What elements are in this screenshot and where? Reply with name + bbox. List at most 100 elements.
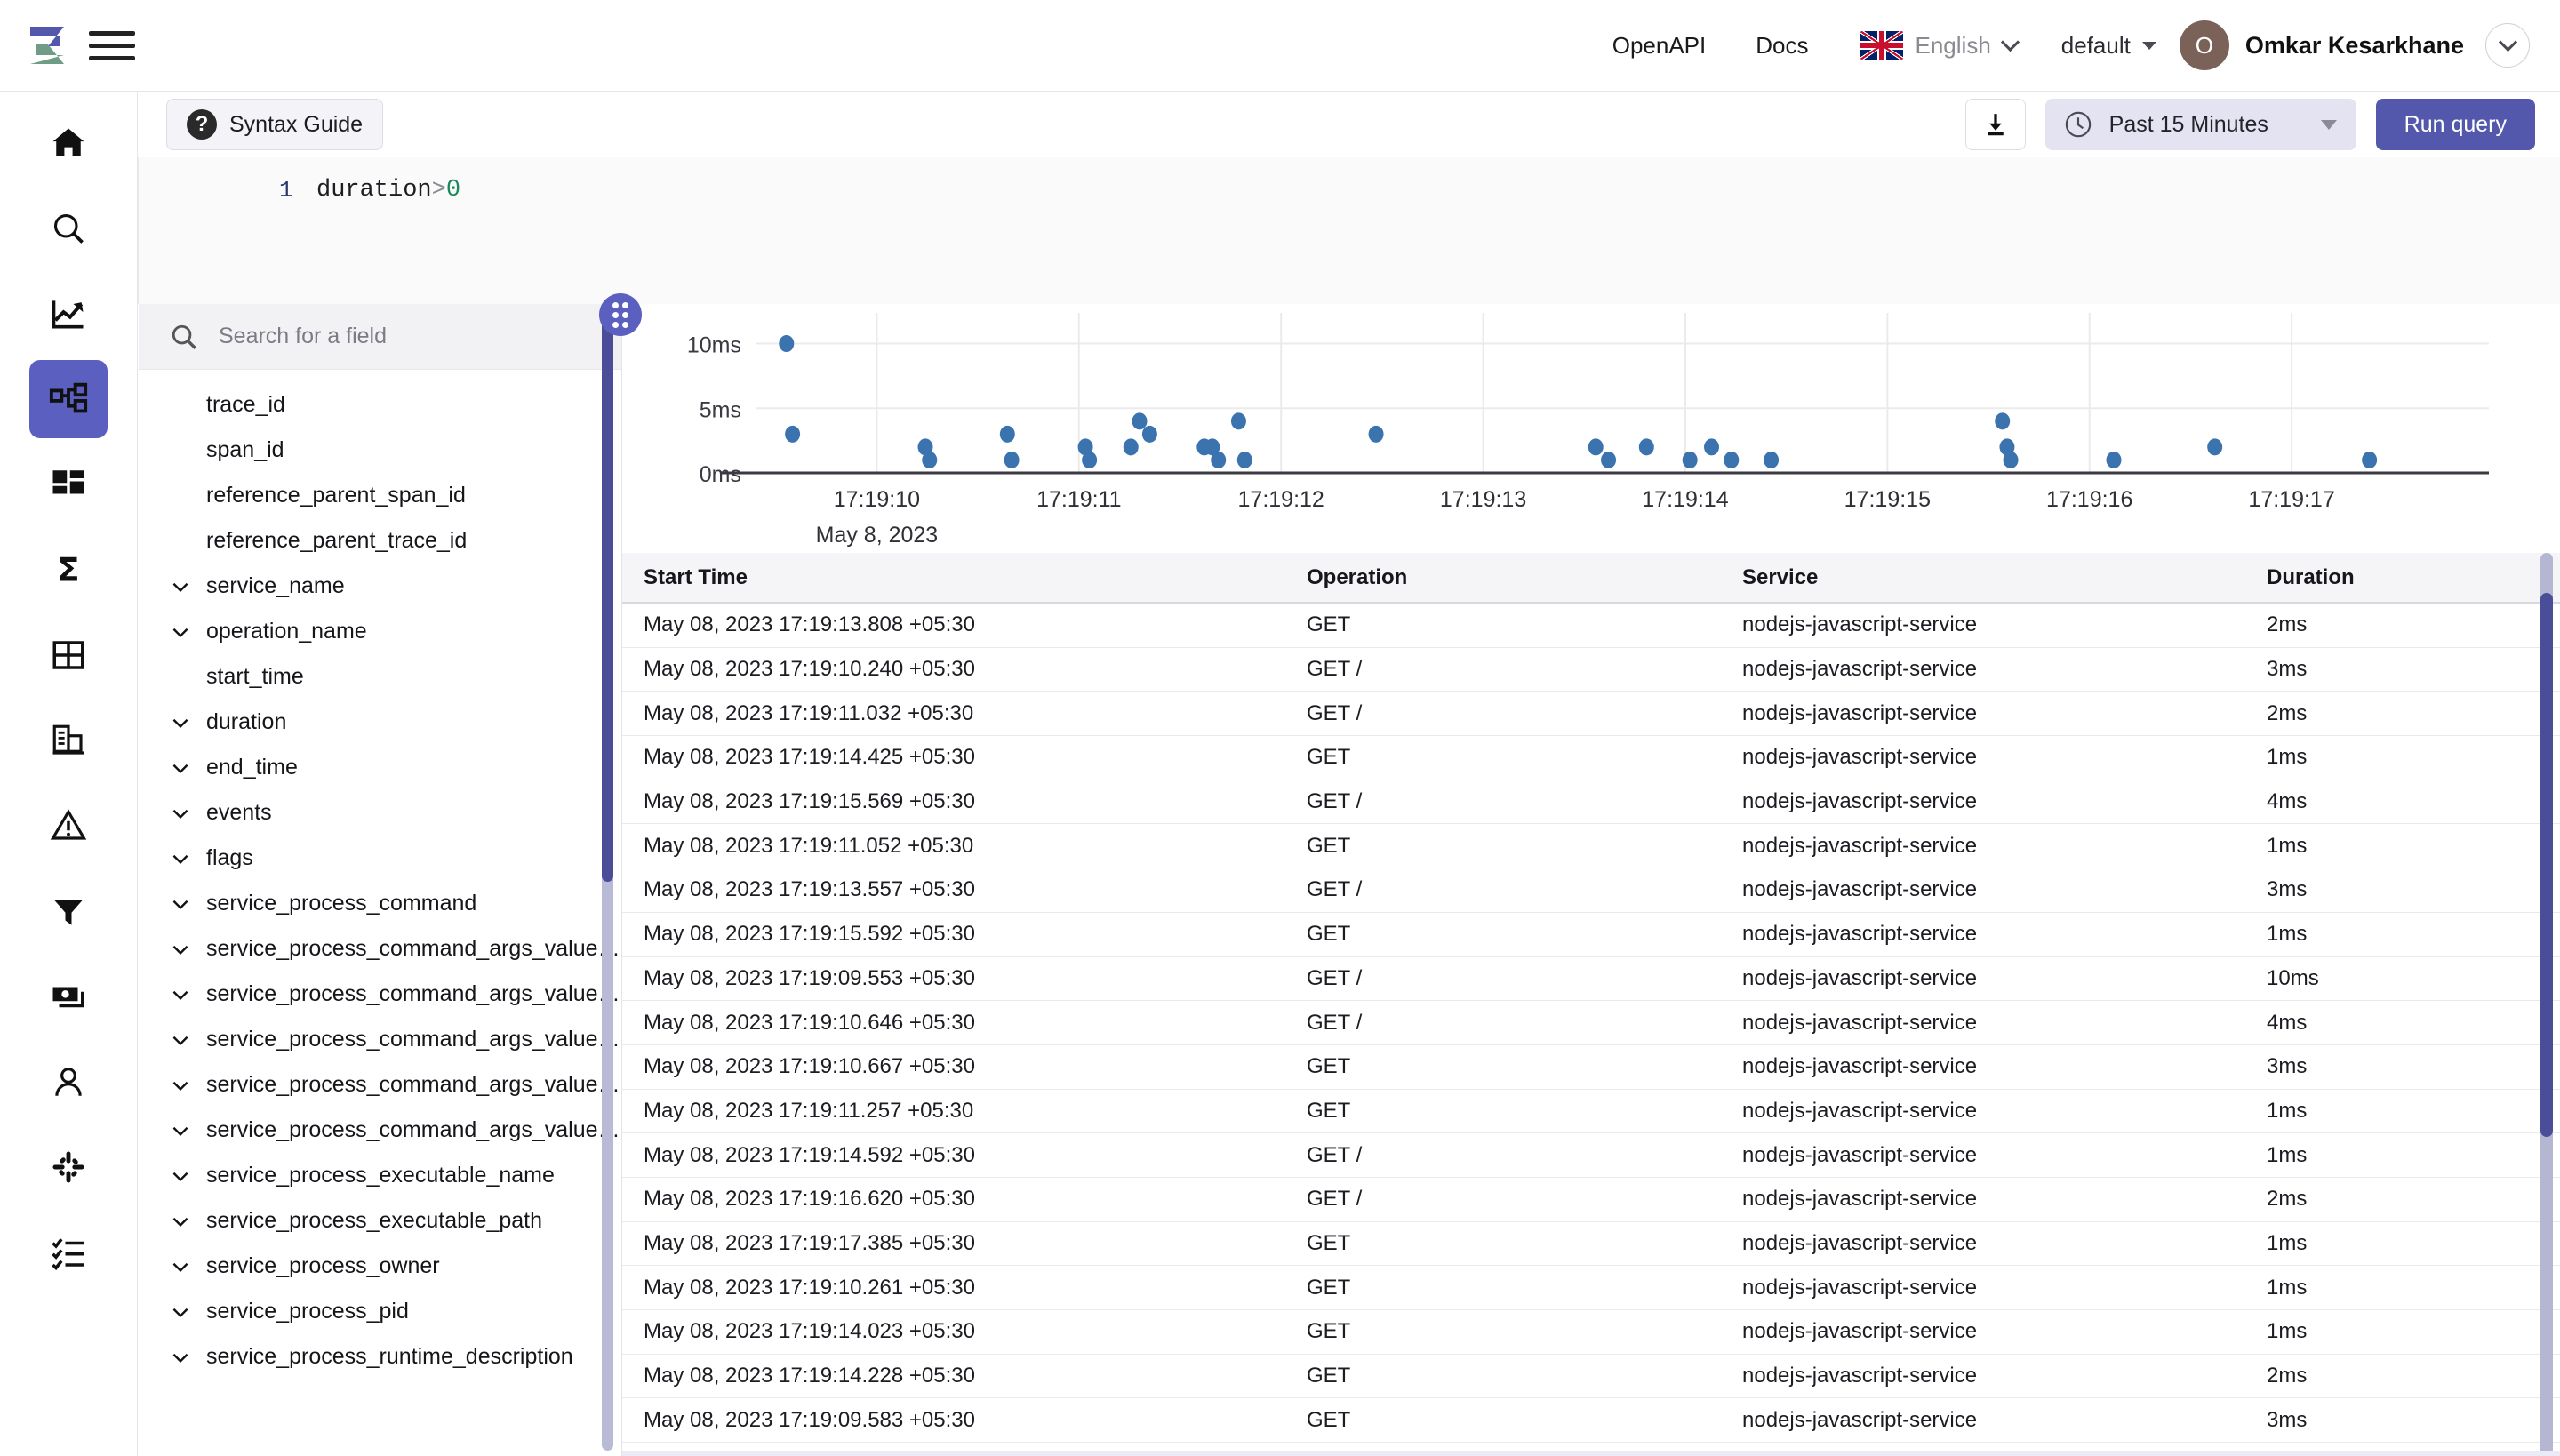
- chevron-down-icon[interactable]: [169, 1074, 196, 1097]
- scatter-point[interactable]: [1638, 438, 1654, 456]
- table-row[interactable]: May 08, 2023 17:19:13.808 +05:30 GET nodej…: [622, 604, 2560, 648]
- column-header[interactable]: Duration: [2267, 565, 2498, 590]
- avatar[interactable]: O: [2179, 20, 2229, 70]
- chevron-down-icon[interactable]: [169, 756, 196, 780]
- query-editor[interactable]: 1 duration>0: [138, 157, 2560, 304]
- search-input[interactable]: Search for a field: [219, 324, 387, 349]
- field-list-item[interactable]: events: [139, 790, 621, 836]
- user-menu-button[interactable]: [2485, 23, 2530, 68]
- table-row[interactable]: May 08, 2023 17:19:15.592 +05:30 GET nodej…: [622, 913, 2560, 957]
- table-row[interactable]: May 08, 2023 17:19:16.620 +05:30 GET / nod…: [622, 1178, 2560, 1222]
- scatter-point[interactable]: [2003, 451, 2019, 468]
- field-list-item[interactable]: start_time: [139, 654, 621, 700]
- scatter-point[interactable]: [779, 335, 795, 353]
- scatter-point[interactable]: [1082, 451, 1098, 468]
- field-list-item[interactable]: service_process_command_args_value…: [139, 1108, 621, 1153]
- table-row[interactable]: May 08, 2023 17:19:15.569 +05:30 GET / nod…: [622, 780, 2560, 825]
- sidebar-item-alerts[interactable]: [29, 787, 108, 865]
- sidebar-item-search[interactable]: [29, 189, 108, 268]
- scatter-point[interactable]: [1764, 451, 1780, 468]
- field-list-item[interactable]: service_process_command_args_value…: [139, 926, 621, 972]
- chart-canvas[interactable]: 0ms 5ms 10ms 17:19:10 17:19:11 17:19:12 17:19:…: [622, 304, 2560, 553]
- field-list-item[interactable]: reference_parent_span_id: [139, 473, 621, 518]
- chevron-down-icon[interactable]: [169, 892, 196, 916]
- language-selector[interactable]: English: [1834, 31, 2038, 60]
- scatter-point[interactable]: [1236, 451, 1252, 468]
- column-header[interactable]: Service: [1742, 565, 2267, 590]
- chevron-down-icon[interactable]: [169, 983, 196, 1006]
- scatter-point[interactable]: [2207, 438, 2223, 456]
- sidebar-item-users[interactable]: [29, 1043, 108, 1121]
- field-list-item[interactable]: flags: [139, 836, 621, 881]
- field-list-item[interactable]: service_process_executable_name: [139, 1153, 621, 1198]
- table-row[interactable]: May 08, 2023 17:19:11.052 +05:30 GET nodej…: [622, 824, 2560, 869]
- sidebar-item-organization[interactable]: [29, 701, 108, 780]
- horizontal-scrollbar[interactable]: [622, 1451, 2560, 1456]
- column-header[interactable]: Operation: [1307, 565, 1742, 590]
- sidebar-item-aggregations[interactable]: Σ: [29, 531, 108, 609]
- scatter-point[interactable]: [1230, 412, 1246, 430]
- scatter-point[interactable]: [1368, 425, 1384, 443]
- table-row[interactable]: May 08, 2023 17:19:11.257 +05:30 GET nodej…: [622, 1090, 2560, 1134]
- chevron-down-icon[interactable]: [169, 1210, 196, 1233]
- scatter-point[interactable]: [1132, 412, 1148, 430]
- time-range-selector[interactable]: Past 15 Minutes: [2044, 99, 2356, 150]
- table-row[interactable]: May 08, 2023 17:19:13.557 +05:30 GET / nod…: [622, 868, 2560, 913]
- chevron-down-icon[interactable]: [169, 711, 196, 734]
- scatter-point[interactable]: [1704, 438, 1720, 456]
- scatter-point[interactable]: [2362, 451, 2378, 468]
- syntax-guide-button[interactable]: ? Syntax Guide: [166, 99, 384, 150]
- run-query-button[interactable]: Run query: [2375, 99, 2535, 150]
- field-list-item[interactable]: duration: [139, 700, 621, 745]
- table-row[interactable]: May 08, 2023 17:19:14.592 +05:30 GET / nod…: [622, 1133, 2560, 1178]
- chevron-down-icon[interactable]: [169, 1164, 196, 1188]
- editor-code-line[interactable]: duration>0: [316, 177, 460, 204]
- field-list-item[interactable]: service_name: [139, 564, 621, 609]
- field-list-item[interactable]: span_id: [139, 428, 621, 473]
- sidebar-item-dashboards[interactable]: [29, 445, 108, 524]
- field-list-item[interactable]: service_process_command_args_value…: [139, 972, 621, 1017]
- scatter-point[interactable]: [1995, 412, 2011, 430]
- field-scrollbar-thumb[interactable]: [602, 313, 613, 882]
- field-list-item[interactable]: operation_name: [139, 609, 621, 654]
- table-row[interactable]: May 08, 2023 17:19:11.032 +05:30 GET / nod…: [622, 692, 2560, 737]
- chevron-down-icon[interactable]: [169, 847, 196, 870]
- table-scrollbar-thumb[interactable]: [2540, 593, 2553, 1137]
- field-list-item[interactable]: reference_parent_trace_id: [139, 518, 621, 564]
- chevron-down-icon[interactable]: [169, 575, 196, 598]
- chevron-down-icon[interactable]: [169, 620, 196, 644]
- openapi-link[interactable]: OpenAPI: [1588, 32, 1732, 60]
- panel-resize-handle[interactable]: [599, 293, 642, 336]
- table-row[interactable]: May 08, 2023 17:19:09.583 +05:30 GET nodej…: [622, 1398, 2560, 1444]
- field-list-item[interactable]: end_time: [139, 745, 621, 790]
- sidebar-item-slack[interactable]: [29, 1128, 108, 1206]
- field-search-row[interactable]: Search for a field: [139, 304, 621, 370]
- scatter-point[interactable]: [1588, 438, 1604, 456]
- field-list-item[interactable]: service_process_runtime_description: [139, 1334, 621, 1380]
- sidebar-item-billing[interactable]: [29, 957, 108, 1036]
- field-list-item[interactable]: service_process_executable_path: [139, 1198, 621, 1244]
- scatter-point[interactable]: [999, 425, 1015, 443]
- chevron-down-icon[interactable]: [169, 1028, 196, 1052]
- chevron-down-icon[interactable]: [169, 1300, 196, 1324]
- table-row[interactable]: May 08, 2023 17:19:14.023 +05:30 GET nodej…: [622, 1310, 2560, 1355]
- scatter-point[interactable]: [1211, 451, 1227, 468]
- field-list-item[interactable]: service_process_command_args_value…: [139, 1017, 621, 1062]
- org-selector[interactable]: default: [2038, 32, 2180, 60]
- scatter-point[interactable]: [1724, 451, 1740, 468]
- sidebar-item-pipelines[interactable]: [29, 872, 108, 950]
- scatter-point[interactable]: [1141, 425, 1157, 443]
- scatter-point[interactable]: [2106, 451, 2122, 468]
- table-row[interactable]: May 08, 2023 17:19:10.646 +05:30 GET / nod…: [622, 1001, 2560, 1045]
- chevron-down-icon[interactable]: [169, 1255, 196, 1278]
- field-list-item[interactable]: service_process_owner: [139, 1244, 621, 1289]
- table-row[interactable]: May 08, 2023 17:19:14.425 +05:30 GET nodej…: [622, 736, 2560, 780]
- table-row[interactable]: May 08, 2023 17:19:10.240 +05:30 GET / nod…: [622, 648, 2560, 692]
- scatter-point[interactable]: [1601, 451, 1617, 468]
- table-row[interactable]: May 08, 2023 17:19:10.667 +05:30 GET nodej…: [622, 1045, 2560, 1090]
- chevron-down-icon[interactable]: [169, 802, 196, 825]
- sidebar-item-traces[interactable]: [29, 360, 108, 438]
- download-button[interactable]: [1964, 99, 2026, 150]
- sidebar-item-home[interactable]: [29, 104, 108, 182]
- table-row[interactable]: May 08, 2023 17:19:09.553 +05:30 GET / nod…: [622, 957, 2560, 1002]
